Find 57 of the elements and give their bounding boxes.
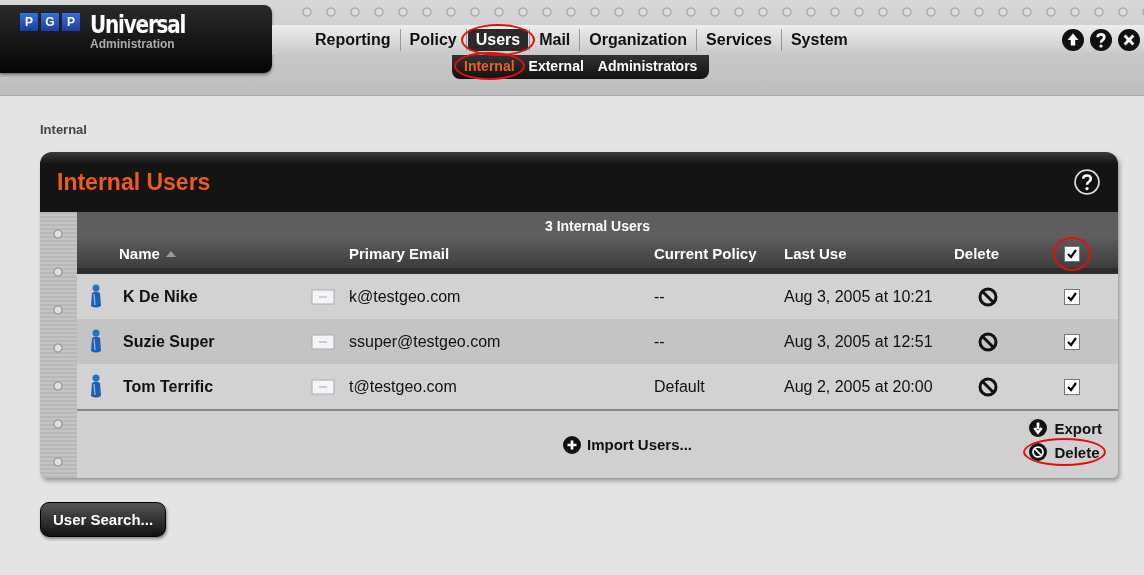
prohibited-icon: [1029, 443, 1048, 461]
user-name[interactable]: Suzie Super: [115, 332, 300, 351]
email-cell-text: t@testgeo.com: [348, 377, 458, 396]
delete-button[interactable]: Delete: [1029, 443, 1100, 461]
nav-tab[interactable]: System: [782, 29, 856, 51]
policy-cell-text: --: [653, 287, 666, 306]
column-header[interactable]: Name: [115, 245, 300, 262]
breadcrumb: Internal: [40, 122, 88, 137]
last-use-cell-text: Aug 3, 2005 at 12:51: [783, 332, 934, 351]
nav-tab[interactable]: Reporting: [307, 29, 399, 51]
panel-title: Internal Users: [57, 168, 211, 196]
nav-tab[interactable]: Organization: [581, 29, 696, 51]
row-checkbox[interactable]: [1063, 288, 1080, 305]
email-cell-text: ssuper@testgeo.com: [348, 332, 502, 351]
column-header[interactable]: Current Policy: [650, 245, 780, 262]
product-name: Universal: [90, 13, 186, 37]
envelope-icon: [310, 288, 335, 305]
delete-icon[interactable]: [977, 331, 998, 352]
logo-letter: P: [62, 13, 80, 31]
logo-letter: P: [20, 13, 38, 31]
policy-cell-text: Default: [653, 377, 706, 396]
nav-tab[interactable]: Services: [698, 29, 780, 51]
subtab[interactable]: Internal: [460, 57, 519, 75]
row-checkbox[interactable]: [1063, 378, 1080, 395]
row-checkbox[interactable]: [1063, 333, 1080, 350]
help-icon[interactable]: [1090, 29, 1112, 51]
user-icon: [89, 283, 103, 310]
close-icon[interactable]: [1118, 29, 1140, 51]
user-name[interactable]: K De Nike: [115, 287, 300, 306]
column-header[interactable]: Delete: [950, 245, 1025, 262]
user-icon: [89, 373, 103, 400]
column-header[interactable]: Last Use: [780, 245, 950, 262]
select-all-checkbox[interactable]: [1063, 245, 1080, 262]
column-header[interactable]: Primary Email: [345, 245, 650, 262]
envelope-icon: [310, 378, 335, 395]
nav-tab[interactable]: Users: [467, 29, 529, 51]
plus-icon: [563, 435, 581, 454]
email-cell-text: k@testgeo.com: [348, 287, 462, 306]
export-button[interactable]: Export: [1029, 419, 1102, 437]
envelope-icon: [310, 333, 335, 350]
policy-cell-text: --: [653, 332, 666, 351]
subtab[interactable]: Administrators: [593, 57, 702, 75]
last-use-cell-text: Aug 2, 2005 at 20:00: [783, 377, 934, 396]
product-subtitle: Administration: [90, 37, 176, 51]
subtab[interactable]: External: [524, 57, 588, 75]
delete-icon[interactable]: [977, 286, 998, 307]
user-icon: [89, 328, 103, 355]
help-icon[interactable]: [1074, 169, 1100, 195]
import-users-button[interactable]: Import Users...: [557, 434, 698, 455]
delete-icon[interactable]: [977, 376, 998, 397]
user-count: 3 Internal Users: [544, 217, 651, 234]
user-search-button[interactable]: User Search...: [40, 502, 167, 537]
nav-tab[interactable]: Policy: [401, 29, 465, 51]
nav-tab[interactable]: Mail: [531, 29, 579, 51]
last-use-cell-text: Aug 3, 2005 at 10:21: [783, 287, 934, 306]
logo-letter: G: [41, 13, 59, 31]
user-name[interactable]: Tom Terrific: [115, 377, 300, 396]
